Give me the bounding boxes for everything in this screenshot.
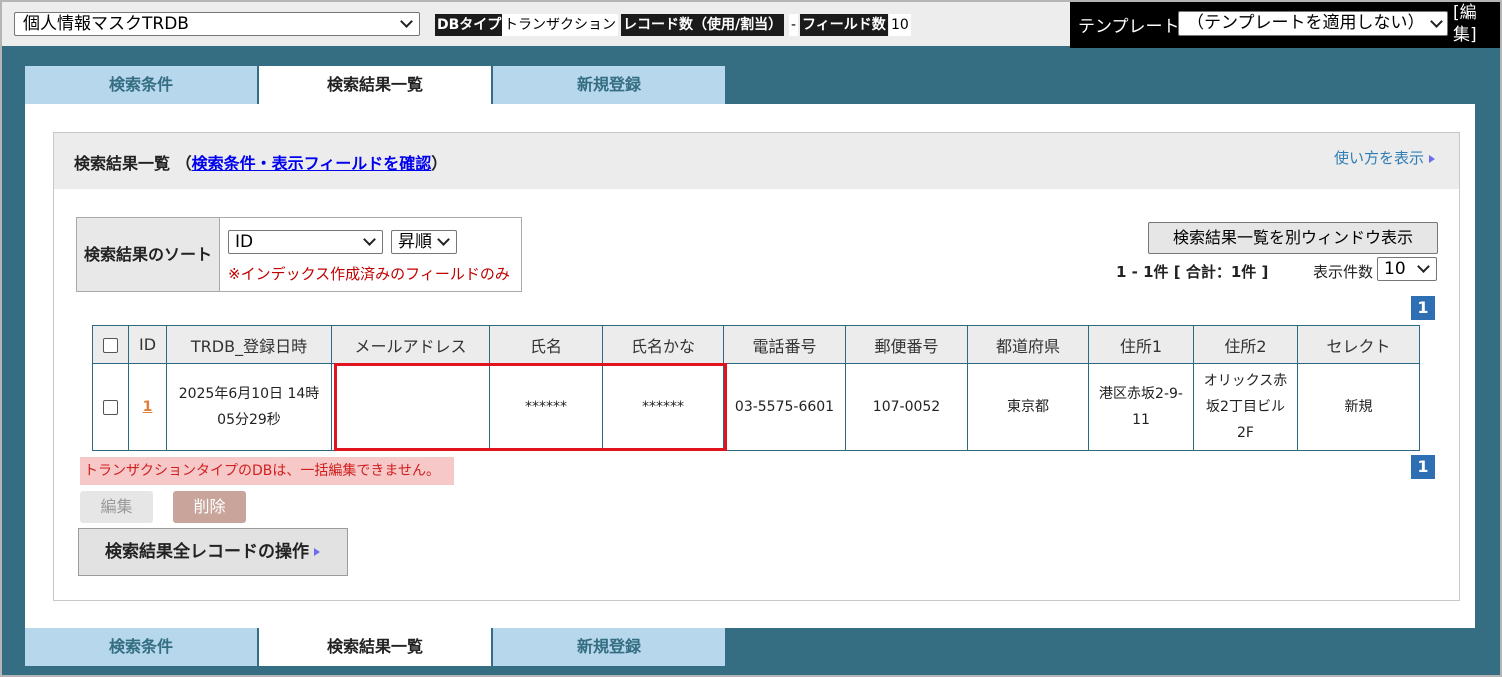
cell-postal: 107-0052 [845, 363, 968, 451]
cell-phone: 03-5575-6601 [723, 363, 846, 451]
result-count: 1 - 1件 [ 合計：1件 ] [1116, 263, 1269, 281]
results-box: 検索結果一覧 （検索条件・表示フィールドを確認） 使い方を表示 検索結果のソート… [53, 132, 1460, 601]
paren-open: （ [175, 154, 192, 173]
header-prefecture[interactable]: 都道府県 [967, 325, 1089, 364]
template-select-value: （テンプレートを適用しない） [1187, 13, 1425, 33]
results-title: 検索結果一覧 （検索条件・表示フィールドを確認） [74, 150, 447, 174]
sort-note: ※インデックス作成済みのフィールドのみ [228, 265, 510, 283]
results-header: 検索結果一覧 （検索条件・表示フィールドを確認） 使い方を表示 [54, 133, 1459, 189]
header-select[interactable]: セレクト [1297, 325, 1420, 364]
cell-id: 1 [128, 363, 167, 451]
paren-close: ） [431, 154, 448, 173]
cell-name: ****** [489, 363, 603, 451]
database-select-value: 個人情報マスクTRDB [23, 14, 189, 34]
row-checkbox[interactable] [103, 399, 118, 415]
bulk-operations-button[interactable]: 検索結果全レコードの操作 [78, 528, 348, 576]
header-name[interactable]: 氏名 [489, 325, 603, 364]
header-phone[interactable]: 電話番号 [723, 325, 846, 364]
field-count-label: フィールド数 [800, 14, 888, 36]
delete-button[interactable]: 削除 [173, 491, 246, 523]
cell-name-kana: ****** [602, 363, 724, 451]
cell-email [331, 363, 490, 451]
record-id-link[interactable]: 1 [143, 399, 153, 415]
main-panel: 検索結果一覧 （検索条件・表示フィールドを確認） 使い方を表示 検索結果のソート… [25, 104, 1475, 628]
results-table: ID TRDB_登録日時 メールアドレス 氏名 氏名かな 電話番号 郵便番号 都… [92, 325, 1420, 451]
open-window-button[interactable]: 検索結果一覧を別ウィンドウ表示 [1148, 222, 1438, 254]
edit-button[interactable]: 編集 [80, 491, 153, 523]
show-howto-link[interactable]: 使い方を表示 [1334, 147, 1435, 168]
per-page-select[interactable]: 10 [1377, 257, 1437, 281]
tab-search-results-bottom[interactable]: 検索結果一覧 [259, 628, 491, 666]
page-number-top[interactable]: 1 [1411, 296, 1435, 320]
template-edit-link[interactable]: [編集] [1453, 2, 1483, 46]
top-bar: 個人情報マスクTRDB DBタイプ トランザクション レコード数（使用/割当） … [2, 2, 1502, 48]
db-type-value: トランザクション [502, 14, 618, 36]
cell-prefecture: 東京都 [967, 363, 1089, 451]
cell-select: 新規 [1297, 363, 1420, 451]
field-count-value: 10 [889, 14, 911, 36]
sort-box: 検索結果のソート ID 昇順 ※インデックス作成済みのフィールドのみ [76, 217, 522, 292]
page-number-bottom[interactable]: 1 [1411, 455, 1435, 479]
triangle-right-icon [1429, 154, 1435, 163]
template-label: テンプレート [1078, 17, 1180, 37]
record-count-value: - [789, 14, 799, 36]
sort-field-value: ID [235, 232, 254, 252]
cell-address2: オリックス赤坂2丁目ビル2F [1193, 363, 1298, 451]
table-header-row: ID TRDB_登録日時 メールアドレス 氏名 氏名かな 電話番号 郵便番号 都… [92, 325, 1420, 364]
chevron-down-icon [363, 233, 376, 246]
chevron-down-icon [400, 15, 413, 28]
results-title-text: 検索結果一覧 [74, 154, 171, 173]
bulk-edit-warning: トランザクションタイプのDBは、一括編集できません。 [80, 457, 454, 485]
per-page-label: 表示件数 [1313, 263, 1374, 281]
header-address2[interactable]: 住所2 [1193, 325, 1298, 364]
database-select[interactable]: 個人情報マスクTRDB [14, 12, 420, 36]
template-area: テンプレート （テンプレートを適用しない） [編集] [1070, 2, 1502, 48]
chevron-down-icon [1430, 15, 1443, 28]
confirm-conditions-link[interactable]: 検索条件・表示フィールドを確認 [192, 154, 432, 173]
tab-search-conditions[interactable]: 検索条件 [25, 66, 257, 104]
tab-new-entry-bottom[interactable]: 新規登録 [493, 628, 725, 666]
header-id[interactable]: ID [128, 325, 167, 364]
header-name-kana[interactable]: 氏名かな [602, 325, 724, 364]
sort-order-select[interactable]: 昇順 [391, 230, 457, 254]
header-address1[interactable]: 住所1 [1088, 325, 1194, 364]
db-type-label: DBタイプ [435, 14, 504, 36]
cell-registered-at: 2025年6月10日 14時05分29秒 [166, 363, 332, 451]
header-postal[interactable]: 郵便番号 [845, 325, 968, 364]
template-select[interactable]: （テンプレートを適用しない） [1178, 11, 1448, 36]
row-checkbox-cell [92, 363, 129, 451]
header-registered-at[interactable]: TRDB_登録日時 [166, 325, 332, 364]
chevron-down-icon [437, 233, 450, 246]
tab-new-entry[interactable]: 新規登録 [493, 66, 725, 104]
record-count-label: レコード数（使用/割当） [621, 14, 785, 36]
select-all-checkbox[interactable] [103, 338, 118, 353]
sort-field-select[interactable]: ID [228, 230, 383, 254]
cell-address1: 港区赤坂2-9-11 [1088, 363, 1194, 451]
sort-label: 検索結果のソート [77, 218, 220, 291]
bulk-operations-label: 検索結果全レコードの操作 [105, 542, 309, 562]
header-email[interactable]: メールアドレス [331, 325, 490, 364]
table-row: 1 2025年6月10日 14時05分29秒 ****** ****** 03-… [92, 363, 1420, 451]
per-page-value: 10 [1384, 259, 1406, 279]
triangle-right-icon [314, 548, 320, 556]
tab-search-conditions-bottom[interactable]: 検索条件 [25, 628, 257, 666]
sort-order-value: 昇順 [398, 232, 432, 252]
chevron-down-icon [1417, 260, 1430, 273]
show-howto-text: 使い方を表示 [1333, 149, 1424, 167]
tab-search-results[interactable]: 検索結果一覧 [259, 66, 491, 105]
select-all-cell [92, 325, 129, 364]
